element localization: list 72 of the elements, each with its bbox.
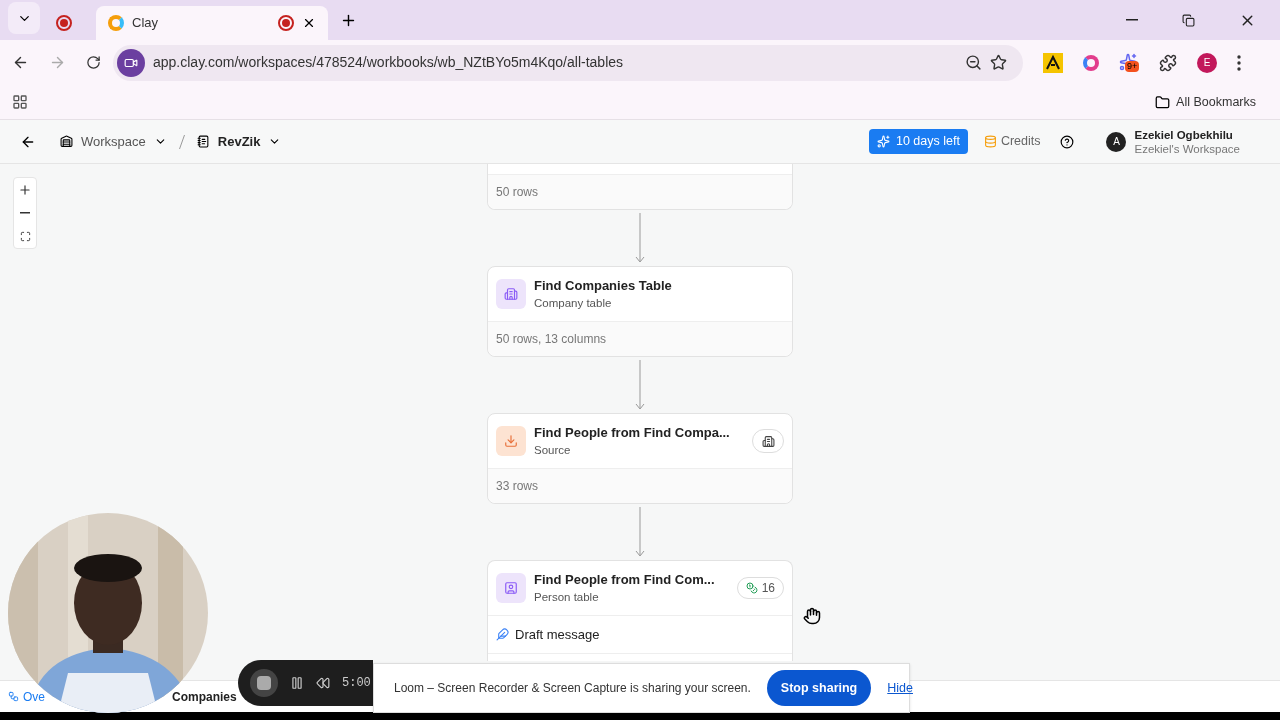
recording-timer: 5:00 [342, 675, 371, 692]
download-icon [496, 426, 526, 456]
minimize-icon[interactable] [1126, 19, 1138, 21]
workflow-icon [8, 691, 19, 702]
action-label: Draft message [515, 625, 600, 644]
camera-icon [117, 48, 145, 77]
apps-icon[interactable] [12, 94, 28, 110]
table-card[interactable]: 50 rows [487, 164, 793, 210]
sharing-message: Loom – Screen Recorder & Screen Capture is sharing your screen. [394, 680, 751, 697]
notebook-icon [196, 135, 210, 148]
tab-title: Clay [132, 14, 159, 33]
back-icon[interactable] [12, 54, 29, 71]
breadcrumb-item[interactable]: Workspace [81, 131, 146, 152]
zoom-out-icon[interactable] [965, 54, 982, 71]
rewind-icon[interactable] [316, 676, 330, 690]
stop-sharing-button[interactable]: Stop sharing [766, 670, 872, 706]
minus-icon [20, 211, 30, 214]
profile-avatar[interactable]: E [1197, 52, 1217, 73]
table-type: Source [534, 443, 572, 459]
bookmarks-folder[interactable]: All Bookmarks [1176, 92, 1268, 112]
connector-arrow [635, 360, 645, 410]
connector-arrow [635, 213, 645, 263]
row-count: 50 rows, 13 columns [488, 321, 792, 356]
hand-cursor-icon [803, 607, 821, 625]
workspace-name: Ezekiel's Workspace [1134, 141, 1240, 156]
help-icon[interactable] [1060, 134, 1075, 149]
browser-tab[interactable]: Clay [96, 6, 328, 40]
extension-icon[interactable] [1119, 52, 1137, 71]
table-title: Find People from Find Compa... [534, 423, 731, 442]
trial-button[interactable]: 10 days left [868, 129, 968, 154]
pause-icon[interactable] [290, 676, 304, 690]
fullscreen-icon [19, 230, 31, 242]
row-count: 33 rows [488, 468, 792, 503]
table-card[interactable]: Find Companies Table Company table 50 rows, 13 columns [487, 266, 793, 357]
sheet-tab[interactable]: Companies [172, 687, 237, 706]
folder-icon [1155, 94, 1171, 110]
plus-icon [18, 182, 32, 197]
coin-stack-icon [983, 135, 997, 148]
connector-arrow [635, 507, 645, 557]
table-title: Find People from Find Com... [534, 570, 716, 589]
table-type: Company table [534, 296, 613, 312]
breadcrumb-item[interactable]: RevZik [217, 131, 261, 152]
url-text: app.clay.com/workspaces/478524/workbooks/wb_NZtBYo5m4Kqo/all-tables [153, 53, 625, 72]
restore-icon[interactable] [1182, 13, 1195, 27]
extensions-icon[interactable] [1159, 53, 1177, 72]
table-type: Person table [534, 590, 600, 606]
close-icon[interactable] [302, 16, 316, 30]
building-icon [496, 279, 526, 309]
credits-button[interactable]: Credits [983, 132, 1041, 151]
menu-icon[interactable] [1237, 54, 1241, 71]
coins-icon [745, 582, 758, 594]
address-bar[interactable]: app.clay.com/workspaces/478524/workbooks/wb_NZtBYo5m4Kqo/all-tables [113, 44, 1023, 81]
sparkle-icon [876, 135, 890, 148]
warehouse-icon [60, 135, 73, 148]
table-card[interactable]: Find People from Find Com... Person table 16 Draft message [487, 560, 793, 661]
breadcrumb-separator [178, 134, 185, 149]
hide-link[interactable]: Hide [887, 678, 913, 698]
reload-icon[interactable] [86, 55, 101, 70]
table-card[interactable]: Find People from Find Compa... Source 33 rows [487, 413, 793, 504]
table-title: Find Companies Table [534, 276, 673, 295]
action-row[interactable]: Draft message [488, 615, 792, 653]
stop-button[interactable] [250, 669, 278, 697]
feather-icon [496, 628, 509, 641]
user-avatar[interactable]: A [1106, 131, 1127, 152]
sheet-tab[interactable]: Ove [23, 687, 45, 706]
clay-logo-icon [108, 15, 124, 31]
row-count: 50 rows [488, 174, 792, 209]
user-name: Ezekiel Ogbekhilu [1134, 127, 1234, 142]
extension-icon[interactable] [1043, 52, 1063, 73]
person-icon [496, 573, 526, 603]
notification-badge: 9+ [1125, 60, 1140, 72]
bookmark-star-icon[interactable] [990, 54, 1007, 71]
